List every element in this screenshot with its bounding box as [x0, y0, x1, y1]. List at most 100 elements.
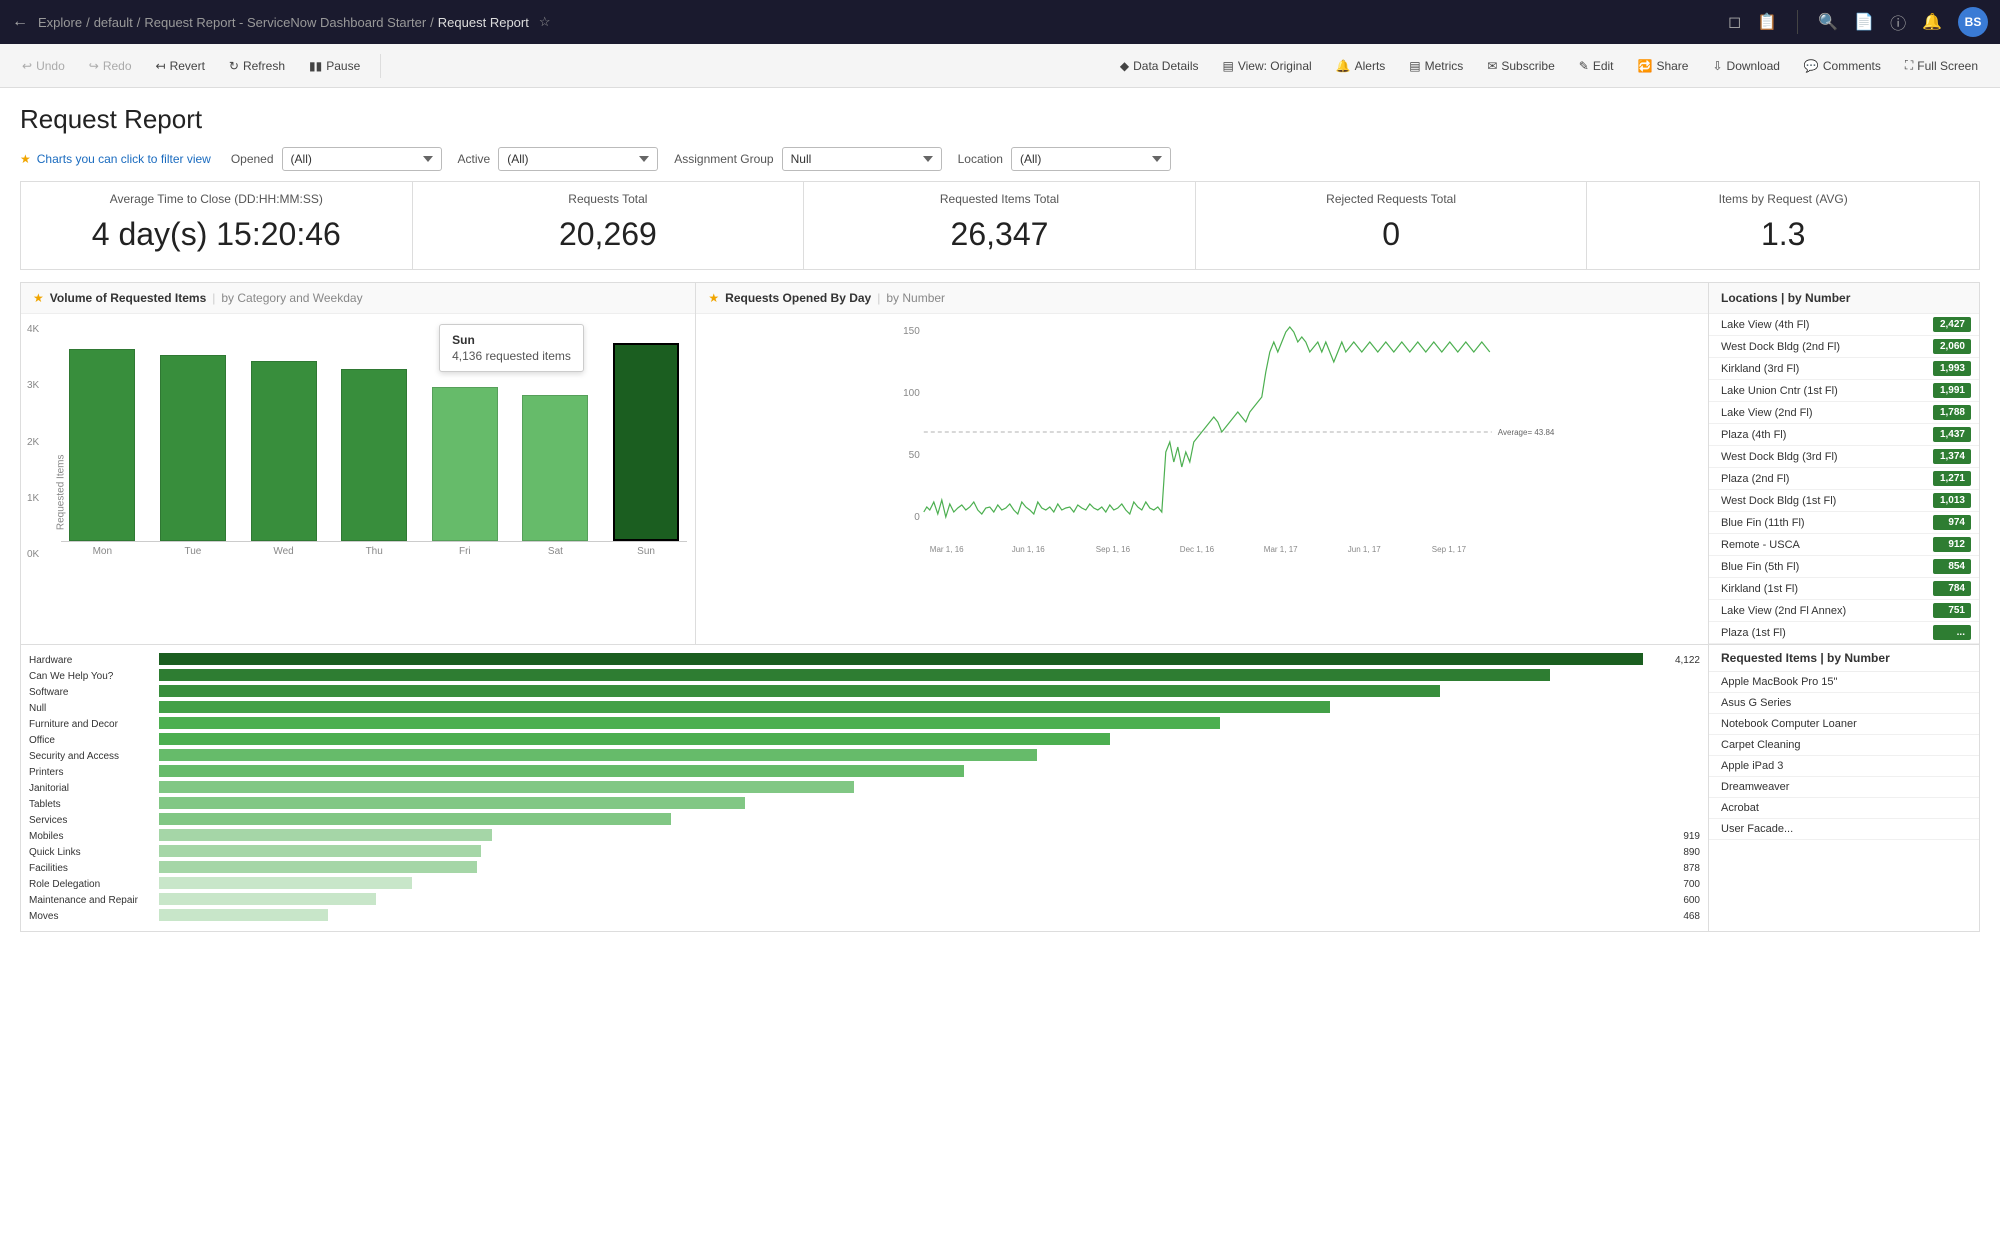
bar-group-sun[interactable]: [605, 343, 688, 541]
mobile-icon[interactable]: ◻: [1728, 12, 1741, 32]
location-row[interactable]: West Dock Bldg (1st Fl)1,013: [1709, 490, 1979, 512]
category-row[interactable]: Null: [29, 701, 1700, 715]
location-badge: 2,427: [1933, 317, 1971, 332]
category-row[interactable]: Janitorial: [29, 781, 1700, 795]
share-label: Share: [1656, 59, 1688, 73]
location-row[interactable]: West Dock Bldg (2nd Fl)2,060: [1709, 336, 1979, 358]
search-icon[interactable]: 🔍: [1818, 12, 1838, 32]
location-row[interactable]: Kirkland (3rd Fl)1,993: [1709, 358, 1979, 380]
category-row[interactable]: Mobiles919: [29, 829, 1700, 843]
location-row[interactable]: Plaza (2nd Fl)1,271: [1709, 468, 1979, 490]
location-row[interactable]: Lake Union Cntr (1st Fl)1,991: [1709, 380, 1979, 402]
share-button[interactable]: 🔁 Share: [1628, 54, 1699, 78]
bar-chart-title: Volume of Requested Items: [50, 291, 206, 305]
view-original-button[interactable]: ▤ View: Original: [1213, 54, 1322, 78]
bar-group-tue[interactable]: [152, 355, 235, 541]
revert-button[interactable]: ↤ Revert: [146, 54, 215, 78]
data-details-icon: ◆: [1120, 59, 1129, 73]
location-row[interactable]: Blue Fin (11th Fl)974: [1709, 512, 1979, 534]
bar-x-label-thu: Thu: [333, 546, 416, 557]
location-row[interactable]: Lake View (2nd Fl Annex)751: [1709, 600, 1979, 622]
subscribe-button[interactable]: ✉ Subscribe: [1477, 54, 1564, 78]
bar-group-mon[interactable]: [61, 349, 144, 541]
bar-thu[interactable]: [341, 369, 407, 541]
category-row[interactable]: Tablets: [29, 797, 1700, 811]
location-row[interactable]: Blue Fin (5th Fl)854: [1709, 556, 1979, 578]
y-label-0k: 0K: [27, 549, 39, 560]
filter-opened-select[interactable]: (All): [282, 147, 442, 171]
req-item-name: User Facade...: [1721, 823, 1967, 835]
y-label-3k: 3K: [27, 380, 39, 391]
req-item-row[interactable]: Dreamweaver: [1709, 777, 1979, 798]
location-row[interactable]: Remote - USCA912: [1709, 534, 1979, 556]
bar-wed[interactable]: [251, 361, 317, 541]
req-item-row[interactable]: Carpet Cleaning: [1709, 735, 1979, 756]
pause-button[interactable]: ▮▮ Pause: [299, 54, 370, 78]
category-bar: [159, 781, 854, 793]
download-button[interactable]: ⇩ Download: [1702, 54, 1789, 78]
req-item-row[interactable]: Acrobat: [1709, 798, 1979, 819]
clipboard-icon[interactable]: 📋: [1757, 12, 1777, 32]
bar-sun[interactable]: [613, 343, 679, 541]
refresh-button[interactable]: ↻ Refresh: [219, 54, 295, 78]
bar-sat[interactable]: [522, 395, 588, 541]
breadcrumb-dashboard[interactable]: Request Report - ServiceNow Dashboard St…: [144, 15, 426, 30]
req-item-row[interactable]: Apple iPad 3: [1709, 756, 1979, 777]
redo-button[interactable]: ↪ Redo: [79, 54, 142, 78]
location-row[interactable]: Kirkland (1st Fl)784: [1709, 578, 1979, 600]
category-row[interactable]: Role Delegation700: [29, 877, 1700, 891]
fullscreen-label: Full Screen: [1917, 59, 1978, 73]
back-button[interactable]: ←: [12, 13, 28, 31]
category-row[interactable]: Facilities878: [29, 861, 1700, 875]
bar-group-sat[interactable]: [514, 395, 597, 541]
download-icon: ⇩: [1712, 59, 1722, 73]
category-row[interactable]: Maintenance and Repair600: [29, 893, 1700, 907]
bell-icon[interactable]: 🔔: [1922, 12, 1942, 32]
category-chart: Hardware4,122 Can We Help You? Software Nul…: [21, 645, 1709, 931]
filter-active-select[interactable]: (All): [498, 147, 658, 171]
category-name: Hardware: [29, 655, 159, 666]
req-item-row[interactable]: Asus G Series: [1709, 693, 1979, 714]
category-row[interactable]: Services: [29, 813, 1700, 827]
location-row[interactable]: Plaza (4th Fl)1,437: [1709, 424, 1979, 446]
alerts-button[interactable]: 🔔 Alerts: [1326, 54, 1396, 78]
location-row[interactable]: Lake View (2nd Fl)1,788: [1709, 402, 1979, 424]
undo-button[interactable]: ↩ Undo: [12, 54, 75, 78]
bar-group-thu[interactable]: [333, 369, 416, 541]
breadcrumb-default[interactable]: default: [94, 15, 133, 30]
metrics-icon: ▤: [1409, 59, 1420, 73]
metrics-button[interactable]: ▤ Metrics: [1399, 54, 1473, 78]
edit-document-icon[interactable]: 📄: [1854, 12, 1874, 32]
fullscreen-button[interactable]: ⛶ Full Screen: [1895, 53, 1988, 78]
bar-group-wed[interactable]: [242, 361, 325, 541]
kpi-items-avg-value: 1.3: [1601, 216, 1965, 253]
req-item-row[interactable]: Apple MacBook Pro 15": [1709, 672, 1979, 693]
avatar[interactable]: BS: [1958, 7, 1988, 37]
bar-tue[interactable]: [160, 355, 226, 541]
bar-mon[interactable]: [69, 349, 135, 541]
location-row[interactable]: Lake View (4th Fl)2,427: [1709, 314, 1979, 336]
req-item-row[interactable]: Notebook Computer Loaner: [1709, 714, 1979, 735]
data-details-button[interactable]: ◆ Data Details: [1110, 54, 1209, 78]
location-row[interactable]: West Dock Bldg (3rd Fl)1,374: [1709, 446, 1979, 468]
category-row[interactable]: Printers: [29, 765, 1700, 779]
req-item-row[interactable]: User Facade...: [1709, 819, 1979, 840]
edit-button[interactable]: ✎ Edit: [1569, 54, 1624, 78]
breadcrumb-explore[interactable]: Explore: [38, 15, 82, 30]
location-row[interactable]: Plaza (1st Fl)...: [1709, 622, 1979, 644]
favorite-icon[interactable]: ☆: [539, 14, 551, 30]
filter-location-select[interactable]: (All): [1011, 147, 1171, 171]
filter-assignment-select[interactable]: Null: [782, 147, 942, 171]
category-row[interactable]: Can We Help You?: [29, 669, 1700, 683]
category-row[interactable]: Office: [29, 733, 1700, 747]
help-icon[interactable]: ⓘ: [1890, 10, 1906, 34]
category-row[interactable]: Furniture and Decor: [29, 717, 1700, 731]
bar-group-fri[interactable]: [424, 387, 507, 541]
category-row[interactable]: Moves468: [29, 909, 1700, 923]
category-row[interactable]: Software: [29, 685, 1700, 699]
bar-fri[interactable]: [432, 387, 498, 541]
category-row[interactable]: Quick Links890: [29, 845, 1700, 859]
category-row[interactable]: Hardware4,122: [29, 653, 1700, 667]
category-row[interactable]: Security and Access: [29, 749, 1700, 763]
comments-button[interactable]: 💬 Comments: [1794, 54, 1891, 78]
